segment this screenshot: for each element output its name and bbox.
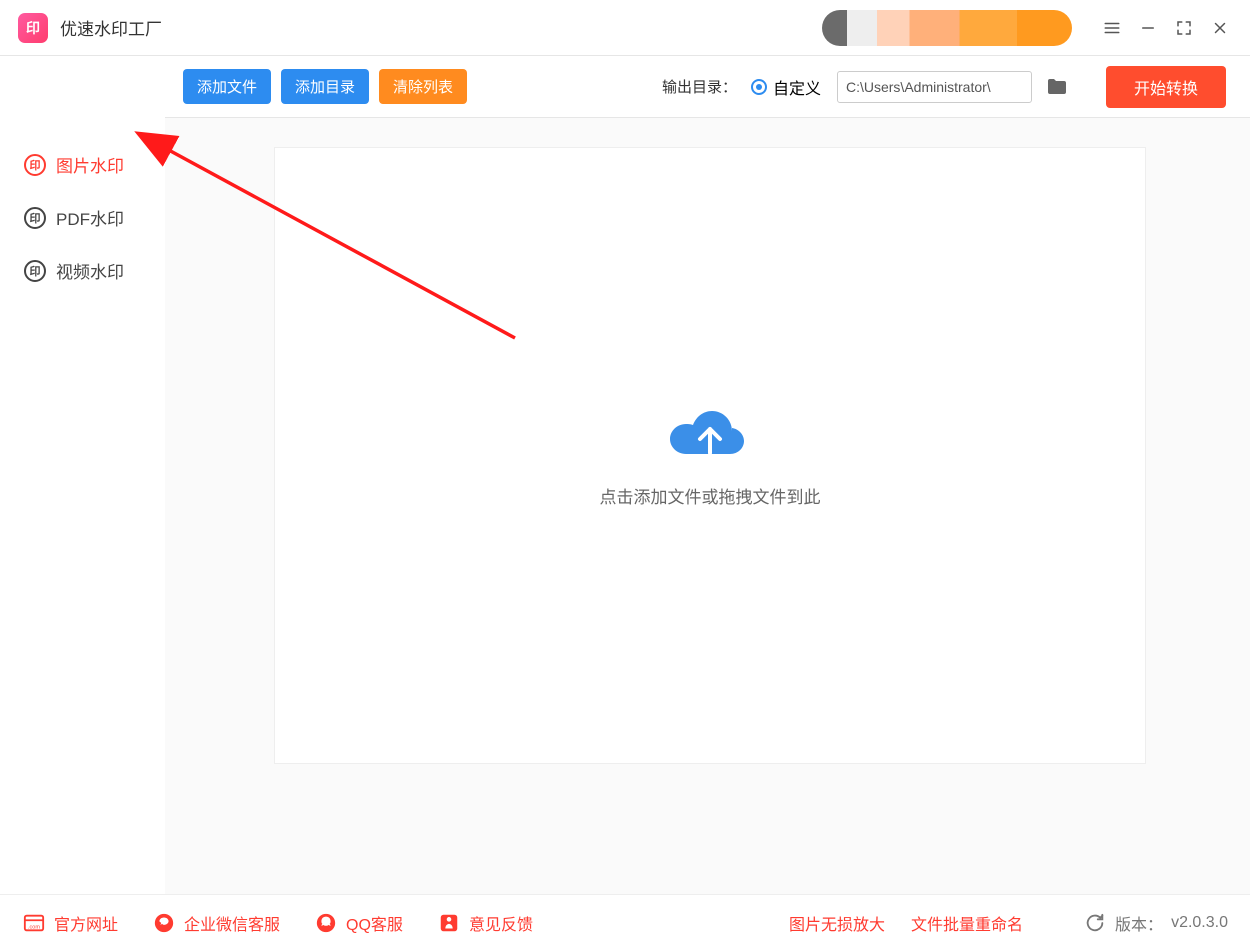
stamp-icon: 印	[24, 154, 46, 176]
sidebar-item-label: 图片水印	[56, 152, 124, 177]
cloud-upload-icon	[670, 403, 750, 465]
version-label: 版本：	[1115, 911, 1163, 935]
fullscreen-button[interactable]	[1166, 10, 1202, 46]
radio-checked-icon	[751, 79, 767, 95]
footer-link-label: 官方网址	[54, 911, 118, 935]
footer-link-label: 意见反馈	[469, 911, 533, 935]
sidebar-item-image-watermark[interactable]: 印 图片水印	[0, 138, 165, 191]
menu-button[interactable]	[1094, 10, 1130, 46]
folder-icon	[1045, 75, 1069, 99]
stamp-icon: 印	[24, 207, 46, 229]
footer-link-label: 图片无损放大	[789, 911, 885, 935]
footer-link-label: 文件批量重命名	[911, 911, 1023, 935]
add-dir-button[interactable]: 添加目录	[281, 69, 369, 104]
output-custom-radio[interactable]: 自定义	[751, 75, 821, 99]
footer-link-label: 企业微信客服	[184, 911, 280, 935]
start-convert-button[interactable]: 开始转换	[1106, 66, 1226, 108]
app-logo-glyph: 印	[26, 18, 40, 38]
add-file-button[interactable]: 添加文件	[183, 69, 271, 104]
minimize-icon	[1139, 19, 1157, 37]
svg-text:.com: .com	[28, 924, 40, 930]
minimize-button[interactable]	[1130, 10, 1166, 46]
stage: 点击添加文件或拖拽文件到此	[165, 118, 1250, 894]
wechat-icon	[152, 911, 176, 935]
version-value: v2.0.3.0	[1171, 914, 1228, 932]
sidebar-item-label: 视频水印	[56, 258, 124, 283]
feedback-icon	[437, 911, 461, 935]
titlebar: 印 优速水印工厂	[0, 0, 1250, 56]
radio-label: 自定义	[773, 75, 821, 99]
footer: .com 官方网址 企业微信客服 QQ客服 意见反馈 图片无损放大 文件批量重命…	[0, 894, 1250, 950]
sidebar-item-label: PDF水印	[56, 205, 124, 230]
stamp-icon: 印	[24, 260, 46, 282]
toolbar: 添加文件 添加目录 清除列表 输出目录： 自定义 开始转换	[165, 56, 1250, 118]
output-dir-label: 输出目录：	[662, 76, 737, 97]
footer-wecom[interactable]: 企业微信客服	[152, 911, 280, 935]
sidebar-item-pdf-watermark[interactable]: 印 PDF水印	[0, 191, 165, 244]
promo-banner[interactable]	[822, 10, 1072, 46]
close-button[interactable]	[1202, 10, 1238, 46]
footer-feedback[interactable]: 意见反馈	[437, 911, 533, 935]
fullscreen-icon	[1175, 19, 1193, 37]
app-title: 优速水印工厂	[60, 15, 162, 40]
output-path-input[interactable]	[837, 71, 1032, 103]
refresh-icon	[1083, 911, 1107, 935]
website-icon: .com	[22, 911, 46, 935]
sidebar-item-video-watermark[interactable]: 印 视频水印	[0, 244, 165, 297]
footer-link-enlarge[interactable]: 图片无损放大	[789, 911, 885, 935]
drop-zone[interactable]: 点击添加文件或拖拽文件到此	[275, 148, 1145, 763]
version-area[interactable]: 版本： v2.0.3.0	[1083, 911, 1228, 935]
content-area: 添加文件 添加目录 清除列表 输出目录： 自定义 开始转换	[165, 56, 1250, 894]
footer-qq[interactable]: QQ客服	[314, 911, 403, 935]
footer-link-label: QQ客服	[346, 911, 403, 935]
clear-list-button[interactable]: 清除列表	[379, 69, 467, 104]
footer-official-site[interactable]: .com 官方网址	[22, 911, 118, 935]
hamburger-icon	[1103, 19, 1121, 37]
browse-folder-button[interactable]	[1042, 74, 1072, 100]
footer-link-rename[interactable]: 文件批量重命名	[911, 911, 1023, 935]
qq-icon	[314, 911, 338, 935]
sidebar: 印 图片水印 印 PDF水印 印 视频水印	[0, 56, 165, 894]
app-logo: 印	[18, 13, 48, 43]
close-icon	[1211, 19, 1229, 37]
drop-hint: 点击添加文件或拖拽文件到此	[600, 483, 821, 508]
